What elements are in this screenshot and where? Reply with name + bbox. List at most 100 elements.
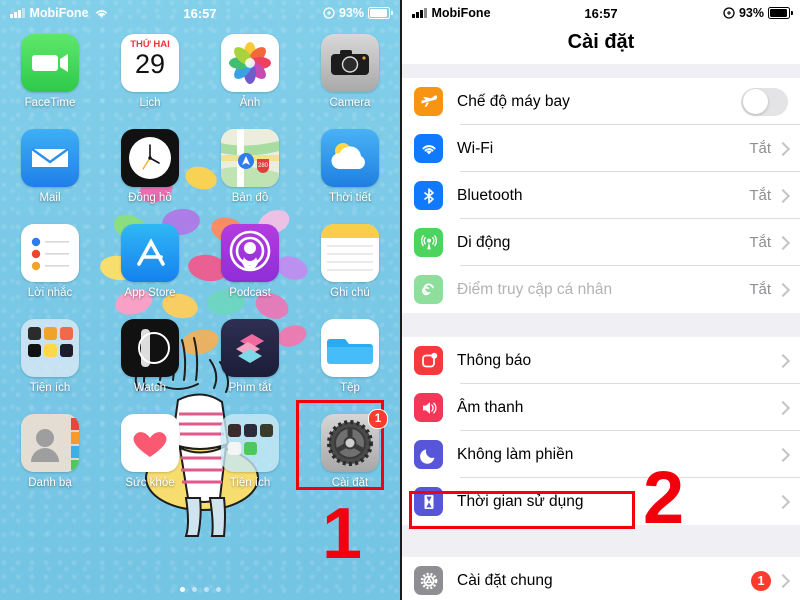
airplane-mode-toggle[interactable]	[741, 87, 788, 116]
app-reminders[interactable]: Lời nhắc	[0, 224, 100, 319]
photos-icon	[221, 34, 279, 92]
airplane-icon	[414, 87, 443, 116]
app-calendar[interactable]: THỨ HAI 29 Lịch	[100, 34, 200, 129]
app-notes[interactable]: Ghi chú	[300, 224, 400, 319]
calendar-icon: THỨ HAI 29	[121, 34, 179, 92]
row-value: Tắt	[749, 234, 771, 251]
step-marker-1: 1	[322, 494, 363, 574]
settings-row-personal-hotspot[interactable]: Điểm truy cập cá nhân Tắt	[402, 266, 800, 313]
settings-row-label: Cài đặt chung	[457, 571, 553, 589]
settings-row-sounds[interactable]: Âm thanh	[402, 384, 800, 431]
app-contacts[interactable]: Danh bạ	[0, 414, 100, 509]
app-label: Thời tiết	[328, 192, 372, 204]
settings-row-label: Bluetooth	[457, 186, 523, 204]
row-control: 1	[751, 570, 800, 591]
settings-row-notifications[interactable]: Thông báo	[402, 337, 800, 384]
folder-extras-icon	[221, 414, 279, 472]
rotation-lock-icon	[323, 7, 335, 19]
reminders-icon	[21, 224, 79, 282]
app-label: Lịch	[139, 97, 161, 109]
app-label: Bản đồ	[231, 192, 269, 204]
page-dot[interactable]	[179, 587, 185, 592]
app-label: Ghi chú	[330, 287, 370, 299]
settings-row-cellular[interactable]: Di động Tắt	[402, 219, 800, 266]
highlight-box-screen-time-row	[409, 491, 635, 529]
ios-settings-screen: MobiFone 16:57 93% Cài đặt Chế độ máy ba…	[400, 0, 800, 600]
app-health[interactable]: Sức khỏe	[100, 414, 200, 509]
chevron-right-icon	[775, 573, 791, 588]
page-title: Cài đặt	[402, 26, 800, 64]
app-label: Tiện ích	[29, 382, 71, 394]
app-app-store[interactable]: App Store	[100, 224, 200, 319]
row-control: Tắt	[749, 234, 800, 251]
weather-icon	[321, 129, 379, 187]
app-watch[interactable]: Watch	[100, 319, 200, 414]
mail-icon	[21, 129, 79, 187]
page-dot[interactable]	[191, 587, 197, 592]
app-photos[interactable]: Ảnh	[200, 34, 300, 129]
iphone-home-screen: MobiFone 16:57 93% FaceTime THỨ HAI 29 L…	[0, 0, 400, 600]
do-not-disturb-icon	[414, 440, 443, 469]
app-mail[interactable]: Mail	[0, 129, 100, 224]
settings-row-bluetooth[interactable]: Bluetooth Tắt	[402, 172, 800, 219]
chevron-right-icon	[775, 282, 791, 297]
app-shortcuts[interactable]: Phím tắt	[200, 319, 300, 414]
app-label: Mail	[39, 192, 61, 204]
row-control: Tắt	[749, 281, 800, 298]
settings-row-do-not-disturb[interactable]: Không làm phiền	[402, 431, 800, 478]
battery-icon	[768, 7, 793, 19]
battery-icon	[368, 7, 393, 19]
section-gap	[402, 525, 800, 557]
settings-row-label: Di động	[457, 233, 511, 251]
app-row-2: Mail Đồng hồ 280 Bản đồ Thời tiết	[0, 129, 400, 224]
bluetooth-icon	[414, 181, 443, 210]
settings-row-label: Thông báo	[457, 351, 532, 369]
general-gear-icon	[414, 566, 443, 595]
row-control	[775, 494, 800, 509]
app-clock[interactable]: Đồng hồ	[100, 129, 200, 224]
camera-icon	[321, 34, 379, 92]
app-camera[interactable]: Camera	[300, 34, 400, 129]
chevron-right-icon	[775, 188, 791, 203]
calendar-day-number: 29	[134, 49, 166, 79]
app-label: Ảnh	[239, 97, 261, 109]
app-label: App Store	[124, 287, 176, 299]
chevron-right-icon	[775, 235, 791, 250]
app-store-icon	[121, 224, 179, 282]
page-dot[interactable]	[203, 587, 209, 592]
settings-badge: 1	[368, 409, 388, 429]
app-label: Tiện ích	[229, 477, 271, 489]
app-label: Phím tắt	[228, 382, 272, 394]
cellular-icon	[414, 228, 443, 257]
settings-row-airplane-mode[interactable]: Chế độ máy bay	[402, 78, 800, 125]
section-gap	[402, 64, 800, 78]
app-label: Watch	[133, 382, 167, 394]
page-dot[interactable]	[215, 587, 221, 592]
app-maps[interactable]: 280 Bản đồ	[200, 129, 300, 224]
settings-row-wifi[interactable]: Wi-Fi Tắt	[402, 125, 800, 172]
app-facetime[interactable]: FaceTime	[0, 34, 100, 129]
section-gap	[402, 313, 800, 337]
app-folder-utilities[interactable]: Tiện ích	[0, 319, 100, 414]
app-label: Sức khỏe	[125, 477, 175, 489]
sounds-icon	[414, 393, 443, 422]
row-control: Tắt	[749, 140, 800, 157]
app-label: Lời nhắc	[27, 287, 73, 299]
settings-row-label: Chế độ máy bay	[457, 92, 570, 110]
status-right: 93%	[323, 6, 393, 20]
settings-row-general[interactable]: Cài đặt chung 1	[402, 557, 800, 600]
app-folder-extras[interactable]: Tiện ích	[200, 414, 300, 509]
app-podcasts[interactable]: Podcast	[200, 224, 300, 319]
app-weather[interactable]: Thời tiết	[300, 129, 400, 224]
row-control	[775, 447, 800, 462]
row-value: Tắt	[749, 140, 771, 157]
settings-row-label: Điểm truy cập cá nhân	[457, 280, 613, 298]
row-control	[775, 353, 800, 368]
svg-text:280: 280	[258, 163, 269, 169]
clock-icon	[121, 129, 179, 187]
chevron-right-icon	[775, 447, 791, 462]
chevron-right-icon	[775, 353, 791, 368]
chevron-right-icon	[775, 494, 791, 509]
settings-row-label: Âm thanh	[457, 398, 524, 416]
maps-icon: 280	[221, 129, 279, 187]
